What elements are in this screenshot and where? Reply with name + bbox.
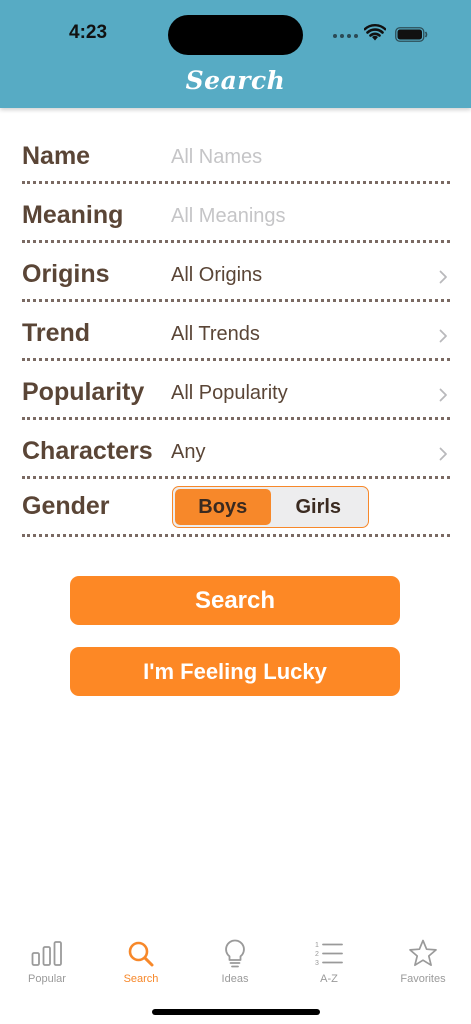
chevron-right-icon — [439, 447, 447, 461]
gender-segmented-control[interactable]: Boys Girls — [172, 486, 369, 528]
chevron-right-icon — [439, 388, 447, 402]
tab-favorites[interactable]: Favorites — [376, 932, 470, 992]
characters-value: Any — [171, 441, 206, 463]
gender-option-girls[interactable]: Girls — [271, 489, 367, 525]
tab-label: Ideas — [221, 973, 249, 985]
battery-icon — [395, 27, 428, 42]
name-label: Name — [22, 142, 91, 170]
chevron-right-icon — [439, 329, 447, 343]
origins-label: Origins — [22, 260, 110, 288]
numbered-list-icon: 1 2 3 — [315, 942, 343, 967]
trend-row[interactable]: Trend All Trends — [22, 302, 450, 361]
star-icon — [409, 939, 437, 967]
wifi-icon — [364, 24, 386, 41]
origins-row[interactable]: Origins All Origins — [22, 243, 450, 302]
svg-text:2: 2 — [315, 951, 319, 958]
tab-label: A-Z — [320, 973, 338, 985]
svg-text:3: 3 — [315, 960, 319, 967]
characters-label: Characters — [22, 437, 153, 465]
tab-search[interactable]: Search — [94, 932, 188, 992]
cellular-signal-icon — [333, 34, 358, 38]
trend-value: All Trends — [171, 323, 260, 345]
tab-ideas[interactable]: Ideas — [188, 932, 282, 992]
chevron-right-icon — [439, 270, 447, 284]
gender-label: Gender — [22, 492, 110, 520]
tab-label: Popular — [28, 973, 66, 985]
gender-row: Gender Boys Girls — [22, 477, 450, 537]
popularity-value: All Popularity — [171, 382, 288, 404]
search-button[interactable]: Search — [70, 576, 400, 625]
tab-popular[interactable]: Popular — [0, 932, 94, 992]
nav-header: 4:23 Search — [0, 0, 471, 108]
search-icon — [128, 941, 154, 967]
origins-value: All Origins — [171, 264, 263, 286]
popularity-row[interactable]: Popularity All Popularity — [22, 361, 450, 420]
meaning-input[interactable]: All Meanings — [171, 205, 286, 228]
lightbulb-icon — [225, 939, 245, 968]
meaning-label: Meaning — [22, 201, 124, 229]
popularity-label: Popularity — [22, 378, 145, 406]
dynamic-island — [168, 15, 303, 55]
page-title: Search — [185, 66, 286, 95]
name-row[interactable]: Name All Names — [22, 125, 450, 184]
status-time: 4:23 — [69, 22, 108, 43]
tab-label: Search — [123, 973, 159, 985]
trend-label: Trend — [22, 319, 91, 347]
tab-a-z[interactable]: 1 2 3 A-Z — [282, 932, 376, 992]
gender-option-boys[interactable]: Boys — [175, 489, 271, 525]
tab-label: Favorites — [400, 973, 446, 985]
bar-chart-icon — [31, 941, 62, 966]
feeling-lucky-button[interactable]: I'm Feeling Lucky — [70, 647, 400, 696]
name-input[interactable]: All Names — [171, 146, 262, 169]
meaning-row[interactable]: Meaning All Meanings — [22, 184, 450, 243]
svg-text:1: 1 — [315, 942, 319, 949]
home-indicator — [152, 1009, 320, 1015]
characters-row[interactable]: Characters Any — [22, 420, 450, 479]
